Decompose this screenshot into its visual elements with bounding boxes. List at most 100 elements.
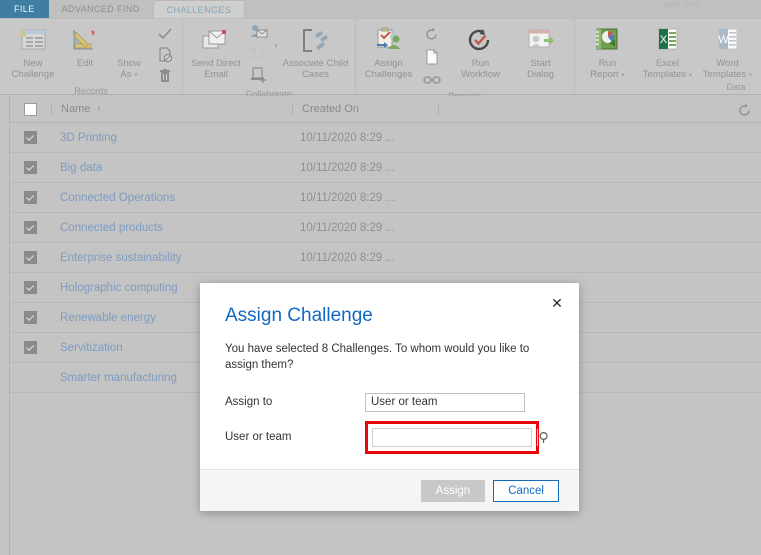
row-created-on: 10/11/2020 8:29 ... [300, 221, 396, 234]
row-checkbox-cell[interactable] [10, 221, 51, 234]
row-checkbox[interactable] [24, 161, 37, 174]
user-or-team-lookup[interactable] [372, 427, 548, 447]
ribbon-group-data: Run Report ▾ X Excel Templates ▾ W Word … [575, 19, 761, 94]
word-templates-button[interactable]: W Word Templates ▾ [699, 22, 757, 81]
records-mini-icons [152, 22, 178, 85]
row-checkbox[interactable] [24, 221, 37, 234]
chevron-down-icon: ▾ [748, 72, 753, 79]
row-checkbox[interactable] [24, 191, 37, 204]
assign-challenges-button[interactable]: Assign Challenges [360, 22, 418, 80]
row-checkbox[interactable] [24, 251, 37, 264]
collaborate-chevron-down-icon[interactable]: ▾ [274, 42, 278, 50]
assign-to-label: Assign to [225, 396, 273, 408]
row-checkbox-cell[interactable] [10, 281, 51, 294]
associate-child-cases-button[interactable]: Associate Child Cases [281, 22, 351, 80]
ribbon-group-process: Assign Challenges Run Workflow Start Dia… [356, 19, 575, 101]
row-created-on: 10/11/2020 8:29 ... [300, 191, 396, 204]
chevron-down-icon: ▾ [134, 72, 138, 79]
row-name-link[interactable]: Connected products [51, 222, 291, 234]
add-to-queue-icon[interactable] [250, 67, 268, 88]
sort-ascending-icon: ↑ [96, 103, 102, 115]
column-header-created-on[interactable]: Created On [293, 96, 438, 122]
row-checkbox[interactable] [24, 281, 37, 294]
command-ribbon: New Challenge Edit Show As ▾ Records Sen… [0, 18, 761, 101]
tab-advanced-find[interactable]: ADVANCED FIND [49, 0, 153, 18]
user-watermark: user one [663, 0, 699, 8]
table-row[interactable]: Big data 10/11/2020 8:29 ... [10, 153, 761, 183]
associate-child-cases-icon [300, 24, 332, 58]
new-challenge-label: New Challenge [11, 58, 55, 80]
edit-button[interactable]: Edit [64, 22, 106, 69]
row-checkbox-cell[interactable] [10, 341, 51, 354]
select-all-checkbox-cell[interactable] [10, 102, 51, 116]
column-header-created-on-label: Created On [302, 103, 359, 115]
run-workflow-icon [466, 24, 496, 58]
send-direct-email-button[interactable]: Send Direct Email [187, 22, 245, 80]
associate-child-cases-label: Associate Child Cases [282, 58, 349, 80]
tab-file[interactable]: FILE [0, 0, 49, 18]
refresh-circle-icon[interactable] [424, 27, 439, 47]
row-checkbox-cell[interactable] [10, 251, 51, 264]
user-or-team-input[interactable] [373, 428, 537, 446]
magnifier-icon[interactable] [537, 428, 551, 446]
svg-text:X: X [659, 34, 667, 46]
row-checkbox[interactable] [24, 341, 37, 354]
close-icon[interactable]: ✕ [549, 295, 565, 311]
show-as-label: Show As ▾ [117, 58, 141, 80]
table-row[interactable]: Connected products 10/11/2020 8:29 ... [10, 213, 761, 243]
select-all-checkbox[interactable] [24, 102, 37, 116]
document-icon[interactable] [425, 49, 439, 70]
connect-link-icon[interactable] [422, 72, 441, 90]
run-report-icon [593, 24, 623, 58]
delete-trash-icon[interactable] [156, 67, 174, 85]
ribbon-group-collaborate-body: Send Direct Email ▾ Associate Child Case… [187, 22, 351, 88]
excel-template-icon: X [653, 24, 683, 58]
assign-to-input[interactable] [365, 392, 525, 412]
user-or-team-highlight-box [365, 420, 548, 454]
process-mini-icons [420, 22, 444, 90]
checkmark-icon[interactable] [156, 25, 174, 43]
assign-button[interactable]: Assign [420, 479, 486, 502]
run-report-button[interactable]: Run Report ▾ [579, 22, 637, 81]
row-checkbox[interactable] [24, 131, 37, 144]
deactivate-document-icon[interactable] [156, 46, 174, 64]
table-row[interactable]: Connected Operations 10/11/2020 8:29 ... [10, 183, 761, 213]
ribbon-group-collaborate: Send Direct Email ▾ Associate Child Case… [183, 19, 356, 99]
assign-user-mail-icon[interactable] [250, 24, 268, 44]
row-name-link[interactable]: Big data [51, 162, 291, 174]
start-dialog-button[interactable]: Start Dialog [512, 22, 570, 80]
tab-challenges[interactable]: CHALLENGES [152, 0, 246, 18]
refresh-icon[interactable] [734, 100, 754, 120]
row-checkbox-cell[interactable] [10, 191, 51, 204]
user-or-team-label: User or team [225, 431, 292, 443]
new-record-icon [18, 24, 48, 58]
column-header-name-label: Name [61, 103, 91, 115]
word-template-icon: W [713, 24, 743, 58]
ribbon-group-records: New Challenge Edit Show As ▾ Records [0, 19, 183, 96]
show-as-button[interactable]: Show As ▾ [108, 22, 150, 81]
column-header-name[interactable]: Name ↑ [52, 96, 292, 122]
share-users-icon[interactable] [250, 46, 268, 65]
ribbon-group-process-body: Assign Challenges Run Workflow Start Dia… [360, 22, 570, 90]
row-name-link[interactable]: 3D Printing [51, 132, 291, 144]
row-checkbox[interactable] [24, 311, 37, 324]
assign-to-control [365, 392, 525, 412]
dialog-title: Assign Challenge [225, 305, 373, 326]
run-workflow-button[interactable]: Run Workflow [452, 22, 510, 80]
excel-templates-button[interactable]: X Excel Templates ▾ [639, 22, 697, 81]
user-or-team-field-row: User or team [225, 420, 554, 454]
cancel-button[interactable]: Cancel [493, 479, 559, 502]
row-name-link[interactable]: Connected Operations [51, 192, 291, 204]
edit-label: Edit [76, 58, 94, 69]
table-row[interactable]: Enterprise sustainability 10/11/2020 8:2… [10, 243, 761, 273]
dialog-body: ✕ Assign Challenge You have selected 8 C… [200, 283, 579, 469]
run-report-label: Run Report ▾ [590, 58, 625, 80]
collaborate-mini-icons [247, 22, 271, 88]
table-row[interactable]: 3D Printing 10/11/2020 8:29 ... [10, 123, 761, 153]
new-challenge-button[interactable]: New Challenge [4, 22, 62, 80]
row-checkbox-cell[interactable] [10, 311, 51, 324]
row-checkbox-cell[interactable] [10, 161, 51, 174]
row-checkbox-cell[interactable] [10, 131, 51, 144]
row-name-link[interactable]: Enterprise sustainability [51, 252, 291, 264]
row-created-on: 10/11/2020 8:29 ... [300, 161, 396, 174]
